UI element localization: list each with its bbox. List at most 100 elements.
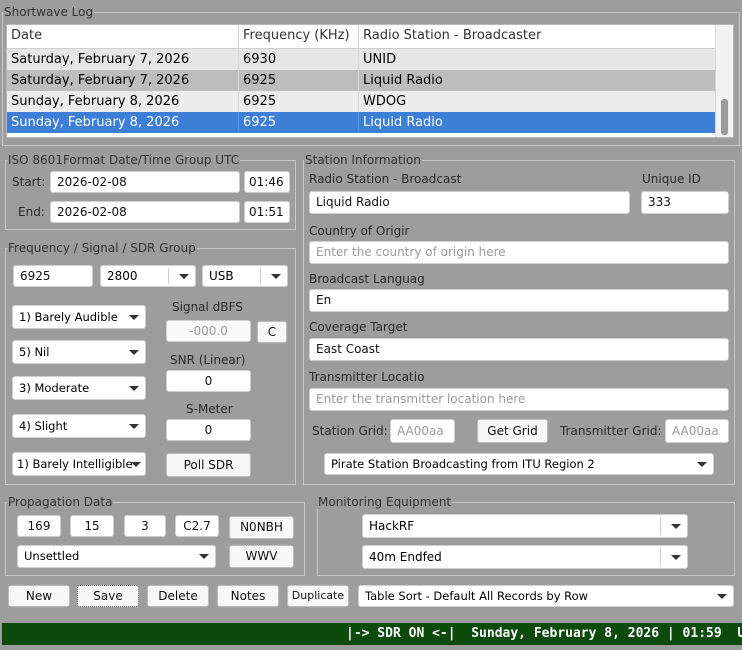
- bandwidth-combo[interactable]: 2800: [100, 265, 196, 287]
- end-date-input[interactable]: 2026-02-08: [50, 201, 240, 223]
- column-header-station[interactable]: Radio Station - Broadcaster: [359, 25, 717, 48]
- transmitter-location-input[interactable]: Enter the transmitter location here: [309, 388, 729, 411]
- transmitter-location-label: Transmitter Locatio: [309, 370, 425, 384]
- noise-combo[interactable]: 3) Moderate: [12, 376, 146, 400]
- table-row[interactable]: Saturday, February 7, 2026 6925 Liquid R…: [7, 70, 717, 91]
- language-label: Broadcast Languag: [309, 272, 425, 286]
- get-grid-button[interactable]: Get Grid: [477, 419, 548, 443]
- unique-id-input[interactable]: 333: [641, 191, 729, 214]
- propagation-group-title: Propagation Data: [7, 495, 114, 509]
- cell-date: Sunday, February 8, 2026: [7, 112, 239, 133]
- end-time-input[interactable]: 01:51: [244, 201, 290, 223]
- a-index-input[interactable]: 15: [70, 515, 114, 537]
- end-label: End:: [18, 205, 45, 219]
- table-row[interactable]: Sunday, February 8, 2026 6925 WDOG: [7, 91, 717, 112]
- station-category-combo[interactable]: Pirate Station Broadcasting from ITU Reg…: [324, 453, 714, 475]
- cell-frequency: 6930: [239, 49, 359, 70]
- country-label: Country of Origir: [309, 224, 410, 238]
- unique-id-label: Unique ID: [642, 172, 701, 186]
- table-scrollbar[interactable]: [715, 25, 733, 137]
- table-row-selected[interactable]: Sunday, February 8, 2026 6925 Liquid Rad…: [7, 112, 717, 133]
- coverage-input[interactable]: East Coast: [309, 338, 729, 361]
- app-window: Shortwave Log Date Frequency (KHz) Radio…: [0, 0, 742, 650]
- language-input[interactable]: En: [309, 289, 729, 312]
- transmitter-grid-label: Transmitter Grid:: [560, 424, 662, 438]
- chevron-down-icon: [199, 554, 209, 559]
- bandwidth-value: 2800: [107, 269, 138, 283]
- noise-value: 3) Moderate: [19, 381, 90, 395]
- country-input[interactable]: Enter the country of origin here: [309, 241, 729, 264]
- column-header-date[interactable]: Date: [7, 25, 239, 48]
- table-row-empty: [7, 133, 717, 137]
- monitoring-group-title: Monitoring Equipment: [317, 495, 453, 509]
- antenna-value: 40m Endfed: [369, 550, 442, 564]
- duplicate-button[interactable]: Duplicate: [287, 585, 349, 607]
- scrollbar-thumb[interactable]: [721, 99, 728, 135]
- overall-merit-value: 1) Barely Intelligible: [17, 457, 133, 471]
- smeter-label: S-Meter: [186, 402, 233, 416]
- chevron-down-icon: [129, 350, 139, 355]
- wwv-button[interactable]: WWV: [229, 545, 294, 568]
- station-name-input[interactable]: Liquid Radio: [309, 191, 630, 214]
- chevron-down-icon: [129, 315, 139, 320]
- new-button[interactable]: New: [8, 585, 70, 607]
- solar-flux-input[interactable]: 169: [17, 515, 61, 537]
- column-header-frequency[interactable]: Frequency (KHz): [239, 25, 359, 48]
- chevron-down-icon: [271, 274, 281, 279]
- chevron-down-icon: [131, 462, 141, 467]
- start-date-input[interactable]: 2026-02-08: [50, 171, 240, 193]
- coverage-label: Coverage Target: [309, 320, 408, 334]
- frequency-input[interactable]: 6925: [13, 265, 93, 287]
- poll-sdr-button[interactable]: Poll SDR: [166, 453, 251, 477]
- iso-group-title: ISO 8601Format Date/Time Group UTC: [7, 153, 241, 167]
- n0nbh-button[interactable]: N0NBH: [229, 516, 294, 539]
- table-sort-combo[interactable]: Table Sort - Default All Records by Row: [358, 585, 734, 607]
- c-button[interactable]: C: [257, 321, 287, 343]
- geomagnetic-value: Unsettled: [24, 549, 80, 563]
- table-row[interactable]: Saturday, February 7, 2026 6930 UNID: [7, 49, 717, 70]
- geomagnetic-combo[interactable]: Unsettled: [17, 545, 216, 568]
- station-name-label: Radio Station - Broadcast: [309, 172, 462, 186]
- table-header: Date Frequency (KHz) Radio Station - Bro…: [7, 25, 717, 49]
- save-button[interactable]: Save: [77, 585, 139, 607]
- station-grid-label: Station Grid:: [312, 424, 388, 438]
- frequency-group-title: Frequency / Signal / SDR Group: [7, 241, 197, 255]
- signal-strength-combo[interactable]: 1) Barely Audible: [12, 305, 146, 329]
- table-sort-value: Table Sort - Default All Records by Row: [365, 589, 589, 603]
- cell-station: UNID: [363, 52, 397, 67]
- transmitter-grid-input[interactable]: AA00aa: [665, 419, 729, 443]
- antenna-combo[interactable]: 40m Endfed: [362, 545, 688, 569]
- cell-frequency: 6925: [239, 112, 359, 133]
- interference-value: 5) Nil: [19, 345, 50, 359]
- k-index-input[interactable]: 3: [124, 515, 166, 537]
- snr-input[interactable]: 0: [166, 370, 251, 392]
- chevron-down-icon: [717, 594, 727, 599]
- delete-button[interactable]: Delete: [147, 585, 209, 607]
- status-bar: |-> SDR ON <-| Sunday, February 8, 2026 …: [2, 623, 742, 645]
- mode-combo[interactable]: USB: [202, 265, 288, 287]
- log-table[interactable]: Date Frequency (KHz) Radio Station - Bro…: [6, 24, 734, 138]
- overall-merit-combo[interactable]: 1) Barely Intelligible: [12, 452, 146, 476]
- snr-label: SNR (Linear): [170, 353, 246, 367]
- chevron-down-icon: [671, 524, 681, 529]
- fading-combo[interactable]: 4) Slight: [12, 414, 146, 438]
- chevron-down-icon: [179, 274, 189, 279]
- xray-input[interactable]: C2.7: [175, 515, 219, 537]
- station-group-title: Station Information: [304, 153, 422, 167]
- cell-date: Saturday, February 7, 2026: [7, 70, 239, 91]
- receiver-combo[interactable]: HackRF: [362, 514, 688, 538]
- notes-button[interactable]: Notes: [217, 585, 279, 607]
- mode-value: USB: [209, 269, 234, 283]
- chevron-down-icon: [129, 386, 139, 391]
- receiver-value: HackRF: [369, 519, 415, 533]
- station-category-value: Pirate Station Broadcasting from ITU Reg…: [331, 457, 595, 471]
- signal-dbfs-input[interactable]: -000.0: [166, 320, 251, 342]
- smeter-input[interactable]: 0: [166, 419, 251, 441]
- station-grid-input[interactable]: AA00aa: [390, 419, 455, 443]
- interference-combo[interactable]: 5) Nil: [12, 340, 146, 364]
- status-text: |-> SDR ON <-| Sunday, February 8, 2026 …: [346, 626, 742, 641]
- cell-station: Liquid Radio: [363, 115, 443, 130]
- signal-strength-value: 1) Barely Audible: [19, 310, 118, 324]
- start-time-input[interactable]: 01:46: [244, 171, 290, 193]
- cell-date: Saturday, February 7, 2026: [7, 49, 239, 70]
